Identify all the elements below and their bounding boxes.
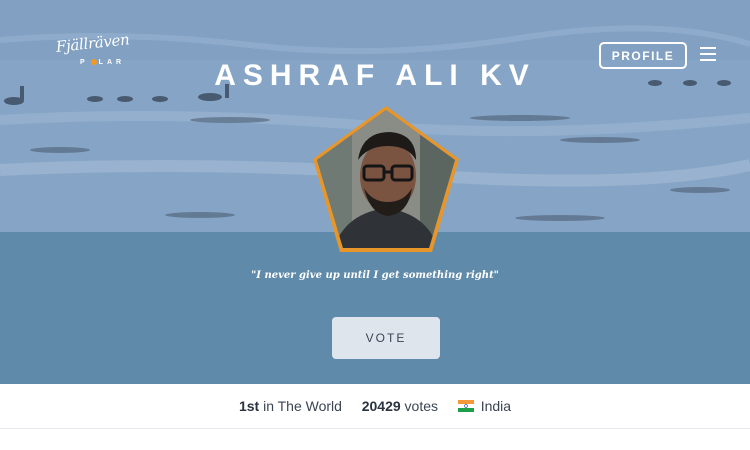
vote-button[interactable]: VOTE	[332, 317, 440, 359]
profile-avatar	[313, 106, 459, 252]
hamburger-menu-icon[interactable]	[700, 47, 718, 63]
india-flag-icon	[457, 400, 474, 412]
stats-bar: 1st in The World 20429 votes India	[0, 384, 750, 429]
votes-label: votes	[404, 398, 439, 414]
country-name: India	[480, 398, 512, 414]
profile-button[interactable]: PROFILE	[599, 42, 687, 69]
rank-value: 1st	[238, 398, 260, 414]
votes-count: 20429	[361, 398, 401, 414]
participant-quote: "I never give up until I get something r…	[251, 270, 499, 281]
hero-section: Fjällräven P LAR ASHRAF ALI KV PROFILE "I…	[0, 0, 750, 384]
rank-label: in The World	[263, 398, 342, 414]
